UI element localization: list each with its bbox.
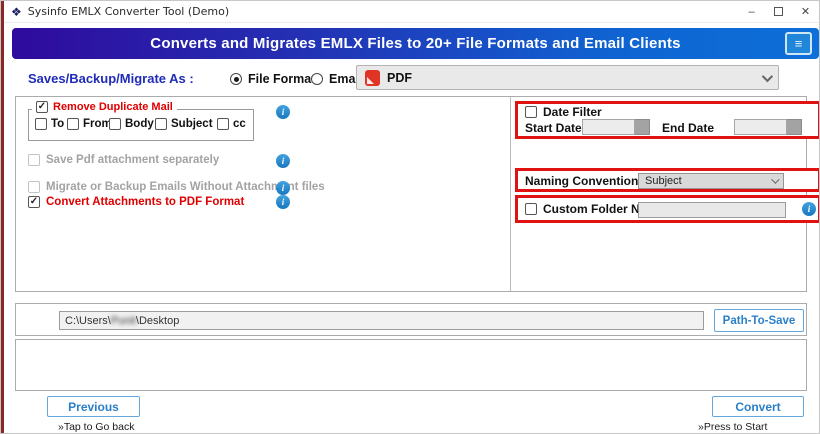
cc-checkbox[interactable] [217,118,229,130]
path-username-redacted: Punit [110,314,136,327]
end-date-label: End Date [662,121,715,135]
hamburger-menu-button[interactable]: ≡ [785,32,812,55]
app-icon: ❖ [11,4,22,19]
chevron-down-icon [761,70,774,82]
info-icon-convert-attachments[interactable] [276,195,290,209]
path-suffix: \Desktop [135,314,180,327]
remove-duplicate-checkbox[interactable] [36,101,48,113]
to-label: To [51,118,65,130]
cc-label: cc [233,118,246,130]
start-date-label: Start Date [525,121,582,135]
dup-field-to[interactable]: To [35,118,64,130]
options-panel: Remove Duplicate Mail To From Body Subje… [15,96,819,292]
date-filter-checkbox[interactable] [525,106,537,118]
pdf-file-icon [365,69,380,86]
convert-attachments-option[interactable]: Convert Attachments to PDF Format [28,196,244,208]
info-icon-save-pdf-attachment[interactable] [276,154,290,168]
dup-field-subject[interactable]: Subject [155,118,213,130]
status-log-panel [15,339,807,391]
save-path-field[interactable]: C:\Users\ Punit \Desktop [59,311,704,330]
save-pdf-attachment-checkbox[interactable] [28,154,40,166]
minimize-icon[interactable]: – [738,1,765,22]
end-date-dropdown-button[interactable] [787,119,802,135]
left-edge-stripe [1,1,4,433]
from-checkbox[interactable] [67,118,79,130]
custom-folder-section: Custom Folder Name [515,195,819,223]
path-to-save-button[interactable]: Path-To-Save [714,309,804,332]
migrate-without-attachment-checkbox[interactable] [28,181,40,193]
format-dropdown-value: PDF [387,70,412,85]
window-title: Sysinfo EMLX Converter Tool (Demo) [27,5,230,18]
end-date-field[interactable] [734,119,787,135]
custom-folder-input[interactable] [638,202,786,218]
radio-file-formats-control[interactable] [230,73,242,85]
start-date-picker[interactable] [582,119,650,135]
naming-convention-section: Naming Convention Subject [515,168,819,192]
custom-folder-checkbox[interactable] [525,203,537,215]
banner-title: Converts and Migrates EMLX Files to 20+ … [150,35,681,52]
subject-checkbox[interactable] [155,118,167,130]
convert-attachments-checkbox[interactable] [28,196,40,208]
dup-field-from[interactable]: From [67,118,112,130]
from-label: From [83,118,112,130]
dup-field-body[interactable]: Body [109,118,154,130]
close-icon[interactable]: ✕ [792,1,819,22]
date-filter-section: Date Filter Start Date End Date [515,101,819,139]
convert-attachments-label: Convert Attachments to PDF Format [46,196,245,208]
path-panel: C:\Users\ Punit \Desktop Path-To-Save [15,303,807,336]
panel-divider [510,97,511,291]
body-checkbox[interactable] [109,118,121,130]
app-window: ❖ Sysinfo EMLX Converter Tool (Demo) – ✕… [0,0,820,434]
radio-file-formats[interactable]: File Formats [230,72,322,86]
end-date-picker[interactable] [734,119,802,135]
previous-hint: »Tap to Go back [58,421,135,433]
naming-convention-value: Subject [645,175,682,187]
naming-convention-dropdown[interactable]: Subject [638,173,784,189]
date-filter-label: Date Filter [543,105,602,119]
info-icon-custom-folder[interactable] [802,202,816,216]
format-dropdown[interactable]: PDF [356,65,779,90]
path-prefix: C:\Users\ [65,314,111,327]
start-date-dropdown-button[interactable] [635,119,650,135]
subject-label: Subject [171,118,213,130]
previous-button[interactable]: Previous [47,396,140,417]
dup-field-cc[interactable]: cc [217,118,246,130]
remove-duplicate-mail-option[interactable]: Remove Duplicate Mail [32,101,177,113]
convert-hint: »Press to Start Conversion [698,421,768,433]
title-bar: ❖ Sysinfo EMLX Converter Tool (Demo) – ✕ [1,1,819,23]
maximize-box-glyph [774,7,783,16]
save-pdf-attachment-option[interactable]: Save Pdf attachment separately [28,154,219,166]
naming-convention-label: Naming Convention [525,174,639,188]
duplicate-criteria-group: To From Body Subject cc [28,109,254,141]
saves-backup-migrate-label: Saves/Backup/Migrate As : [28,71,194,86]
remove-duplicate-label: Remove Duplicate Mail [53,101,173,113]
body-label: Body [125,118,154,130]
to-checkbox[interactable] [35,118,47,130]
window-controls: – ✕ [738,1,819,22]
save-pdf-attachment-label: Save Pdf attachment separately [46,154,220,166]
info-icon-remove-duplicate[interactable] [276,105,290,119]
radio-email-clients-control[interactable] [311,73,323,85]
maximize-icon[interactable] [765,1,792,22]
start-date-field[interactable] [582,119,635,135]
date-filter-option[interactable]: Date Filter [525,105,602,119]
header-banner: Converts and Migrates EMLX Files to 20+ … [12,28,819,59]
info-icon-migrate-without-attachment[interactable] [276,181,290,195]
chevron-down-icon [771,175,780,184]
convert-button[interactable]: Convert [712,396,804,417]
